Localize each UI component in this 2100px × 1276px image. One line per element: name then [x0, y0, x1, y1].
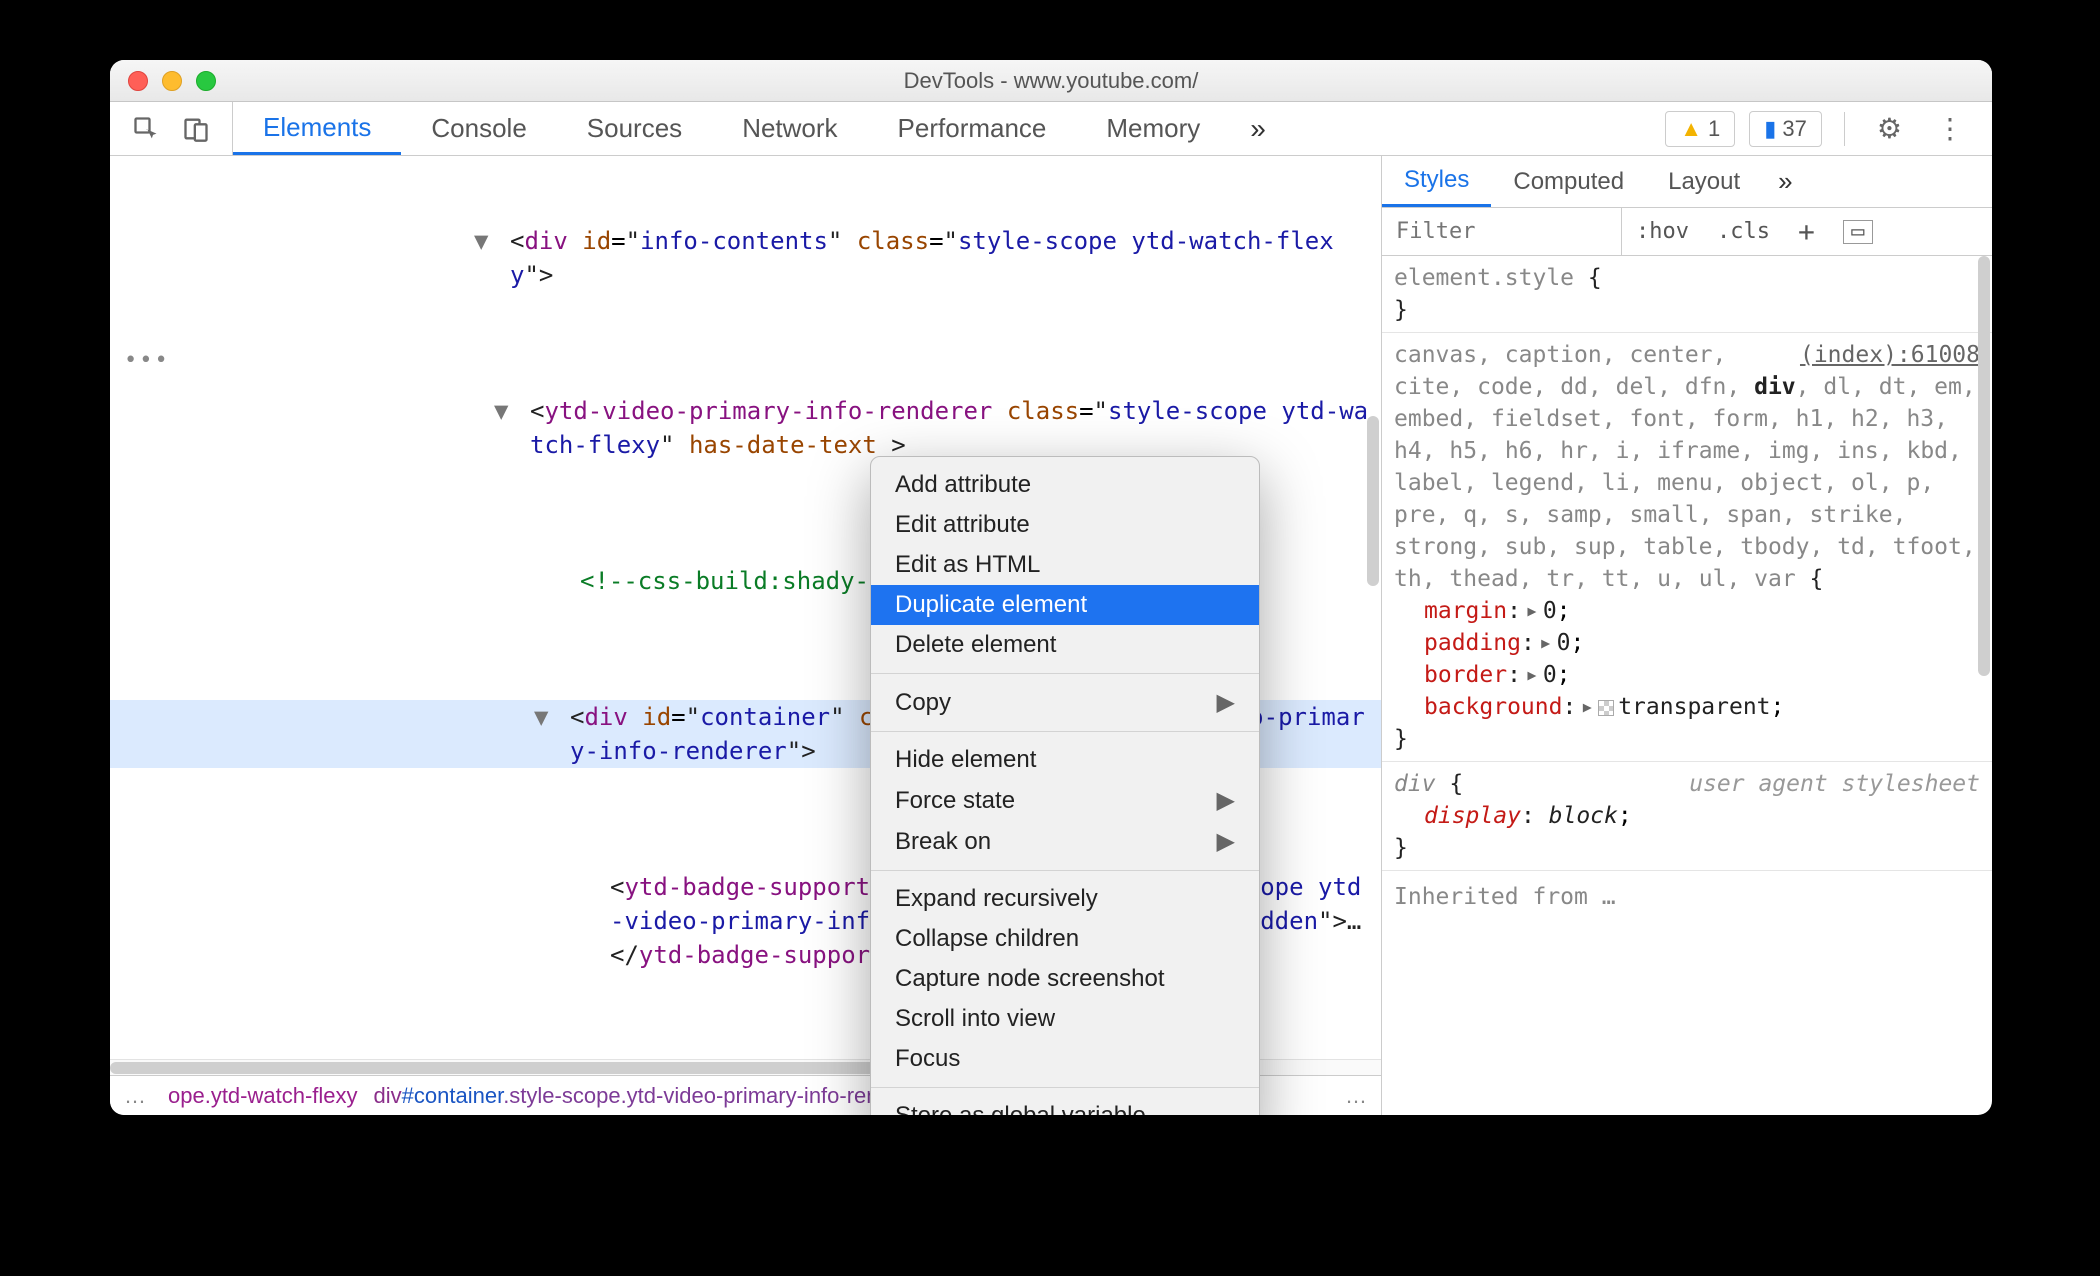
tab-performance[interactable]: Performance	[868, 102, 1077, 155]
context-menu-item[interactable]: Capture node screenshot	[871, 959, 1259, 999]
subtabs-overflow-icon[interactable]: »	[1762, 166, 1808, 197]
styles-filter-input[interactable]	[1382, 208, 1622, 255]
tabs-overflow-icon[interactable]: »	[1230, 102, 1286, 155]
devtools-window: DevTools - www.youtube.com/ Elements Con…	[110, 60, 1992, 1115]
inherited-heading: Inherited from …	[1382, 871, 1992, 923]
subtab-computed[interactable]: Computed	[1491, 156, 1646, 207]
subtab-styles[interactable]: Styles	[1382, 156, 1491, 207]
cls-button[interactable]: .cls	[1703, 219, 1784, 244]
warning-icon: ▲	[1680, 116, 1702, 142]
tab-elements[interactable]: Elements	[233, 102, 401, 155]
context-menu: Add attributeEdit attributeEdit as HTMLD…	[870, 456, 1260, 1115]
breadcrumb-segment-active[interactable]: div#container.style-scope.ytd-video-prim…	[374, 1083, 930, 1109]
menu-separator	[871, 673, 1259, 674]
context-menu-item[interactable]: Break on▶	[871, 821, 1259, 862]
device-toolbar-icon[interactable]	[182, 115, 210, 143]
warnings-badge[interactable]: ▲ 1	[1665, 111, 1735, 147]
hov-button[interactable]: :hov	[1622, 219, 1703, 244]
window-title: DevTools - www.youtube.com/	[110, 68, 1992, 94]
panel-tabbar: Elements Console Sources Network Perform…	[110, 102, 1992, 156]
context-menu-item[interactable]: Add attribute	[871, 465, 1259, 505]
message-icon: ▮	[1764, 116, 1776, 142]
styles-toolbar: :hov .cls + ▭	[1382, 208, 1992, 256]
style-rule: element.style { }	[1382, 256, 1992, 333]
context-menu-item[interactable]: Store as global variable	[871, 1096, 1259, 1115]
menu-separator	[871, 1087, 1259, 1088]
vertical-scrollbar[interactable]	[1367, 416, 1379, 586]
sidebar-tabs: Styles Computed Layout »	[1382, 156, 1992, 208]
context-menu-item[interactable]: Copy▶	[871, 682, 1259, 723]
context-menu-item[interactable]: Force state▶	[871, 780, 1259, 821]
context-menu-item[interactable]: Focus	[871, 1039, 1259, 1079]
tab-network[interactable]: Network	[712, 102, 867, 155]
color-swatch-icon[interactable]	[1598, 700, 1614, 716]
context-menu-item[interactable]: Scroll into view	[871, 999, 1259, 1039]
source-link[interactable]: (index):61008	[1800, 339, 1980, 371]
styles-scrollbar[interactable]	[1978, 256, 1990, 676]
messages-count: 37	[1782, 116, 1806, 142]
context-menu-item[interactable]: Delete element	[871, 625, 1259, 665]
menu-separator	[871, 870, 1259, 871]
style-rule-ua: user agent stylesheet div { display: blo…	[1382, 762, 1992, 871]
breadcrumb-left-ellipsis[interactable]: …	[110, 1083, 160, 1109]
messages-badge[interactable]: ▮ 37	[1749, 111, 1822, 147]
tab-console[interactable]: Console	[401, 102, 556, 155]
context-menu-item[interactable]: Expand recursively	[871, 879, 1259, 919]
context-menu-item[interactable]: Duplicate element	[871, 585, 1259, 625]
panel-tabs: Elements Console Sources Network Perform…	[233, 102, 1286, 155]
comment-node: <!--css-build:shady-->	[580, 567, 898, 595]
new-style-rule-button[interactable]: +	[1784, 215, 1829, 248]
submenu-arrow-icon: ▶	[1217, 827, 1235, 856]
style-rule: (index):61008 canvas, caption, center, c…	[1382, 333, 1992, 762]
context-menu-item[interactable]: Hide element	[871, 740, 1259, 780]
submenu-arrow-icon: ▶	[1217, 688, 1235, 717]
styles-panel: Styles Computed Layout » :hov .cls + ▭ e…	[1382, 156, 1992, 1115]
separator	[1844, 112, 1845, 146]
more-menu-icon[interactable]: ⋮	[1926, 112, 1974, 145]
gutter-ellipsis-icon[interactable]: •••	[124, 344, 170, 378]
submenu-arrow-icon: ▶	[1217, 786, 1235, 815]
context-menu-item[interactable]: Edit attribute	[871, 505, 1259, 545]
subtab-layout[interactable]: Layout	[1646, 156, 1762, 207]
tab-sources[interactable]: Sources	[557, 102, 712, 155]
inspect-element-icon[interactable]	[132, 115, 160, 143]
menu-separator	[871, 731, 1259, 732]
warnings-count: 1	[1708, 116, 1720, 142]
computed-styles-toggle-icon[interactable]: ▭	[1843, 220, 1873, 244]
toolbar-right: ▲ 1 ▮ 37 ⚙ ⋮	[1665, 102, 1992, 155]
tab-memory[interactable]: Memory	[1076, 102, 1230, 155]
breadcrumb-segment[interactable]: ope.ytd-watch-flexy	[160, 1083, 366, 1109]
breadcrumb-right-ellipsis[interactable]: …	[1331, 1083, 1381, 1109]
context-menu-item[interactable]: Edit as HTML	[871, 545, 1259, 585]
settings-gear-icon[interactable]: ⚙	[1867, 112, 1912, 145]
inspect-controls	[110, 102, 233, 155]
titlebar: DevTools - www.youtube.com/	[110, 60, 1992, 102]
styles-list[interactable]: element.style { } (index):61008 canvas, …	[1382, 256, 1992, 1115]
context-menu-item[interactable]: Collapse children	[871, 919, 1259, 959]
